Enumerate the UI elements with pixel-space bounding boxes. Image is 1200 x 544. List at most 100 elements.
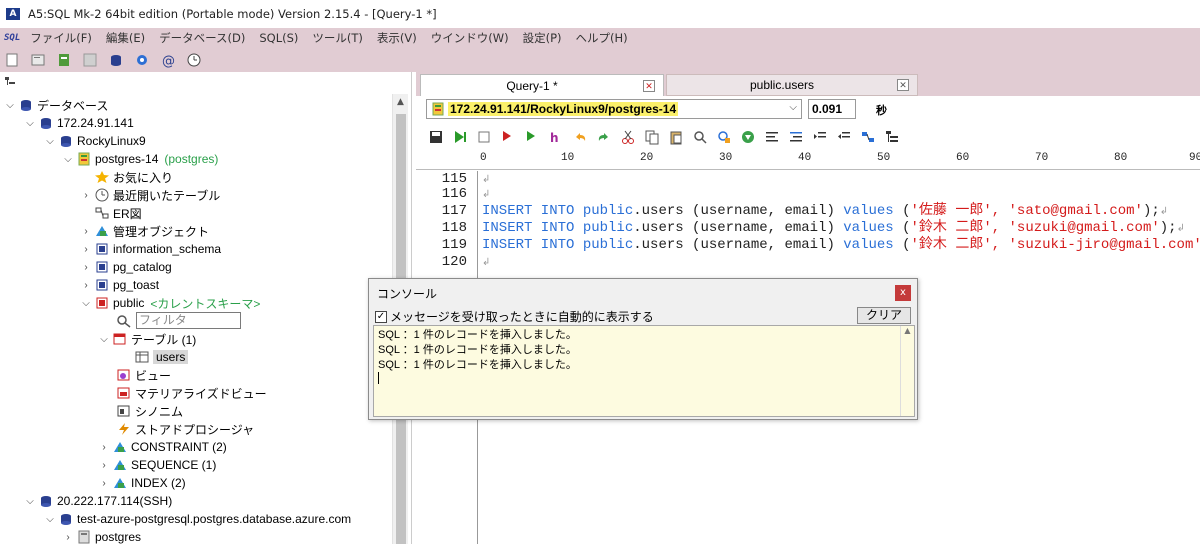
save-icon[interactable] <box>428 129 444 145</box>
indent-icon[interactable] <box>812 129 828 145</box>
tree-item-recent-tables[interactable]: › 最近開いたテーブル <box>80 186 220 204</box>
chevron-right-icon[interactable]: › <box>62 532 74 543</box>
copy-icon[interactable] <box>644 129 660 145</box>
tree-item-indexes[interactable]: › INDEX (2) <box>98 474 185 492</box>
chevron-down-icon[interactable]: ⌵ <box>62 154 74 165</box>
scroll-up-icon[interactable]: ▲ <box>901 326 914 335</box>
tree-item-er-diagram[interactable]: ER図 <box>80 204 142 222</box>
run-to-text-icon[interactable] <box>500 129 516 145</box>
tree-item-favorites[interactable]: お気に入り <box>80 168 173 186</box>
chevron-down-icon[interactable]: ⌵ <box>44 136 56 147</box>
close-icon[interactable]: ✕ <box>897 79 909 91</box>
outdent-icon[interactable] <box>836 129 852 145</box>
close-icon[interactable]: x <box>895 285 911 301</box>
code-line[interactable]: INSERT INTO public.users (username, emai… <box>482 203 1168 220</box>
menu-edit[interactable]: 編集(E) <box>106 30 145 46</box>
tree-item-schema-public[interactable]: ⌵ public <カレントスキーマ> <box>80 294 260 312</box>
tree-item-connection[interactable]: ⌵ RockyLinux9 <box>44 132 146 150</box>
jump-icon[interactable] <box>740 129 756 145</box>
tree-item-views[interactable]: ビュー <box>116 366 171 384</box>
tree-item-azure-postgres[interactable]: › postgres <box>62 528 141 544</box>
menu-help[interactable]: ヘルプ(H) <box>576 30 628 46</box>
gear-icon[interactable] <box>134 52 150 68</box>
redo-icon[interactable] <box>596 129 612 145</box>
replace-icon[interactable] <box>716 129 732 145</box>
tree-item-server-ssh[interactable]: ⌵ 20.222.177.114(SSH) <box>24 492 172 510</box>
tree-item-tables[interactable]: ⌵ テーブル (1) <box>98 330 196 348</box>
menu-window[interactable]: ウインドウ(W) <box>431 30 509 46</box>
tree-structure-icon[interactable] <box>884 129 900 145</box>
chevron-right-icon[interactable]: › <box>80 280 92 291</box>
menu-view[interactable]: 表示(V) <box>377 30 417 46</box>
chevron-right-icon[interactable]: › <box>98 460 110 471</box>
tree-item-schema-information[interactable]: › information_schema <box>80 240 221 258</box>
er-diagram-icon[interactable] <box>82 52 98 68</box>
chevron-right-icon[interactable]: › <box>98 442 110 453</box>
code-line[interactable]: ↲ <box>482 186 490 203</box>
filter-input[interactable]: フィルタ <box>136 312 241 329</box>
chevron-down-icon[interactable]: ⌵ <box>24 118 36 129</box>
tree-item-constraints[interactable]: › CONSTRAINT (2) <box>98 438 226 456</box>
tree-item-materialized-views[interactable]: マテリアライズドビュー <box>116 384 267 402</box>
tree-item-database[interactable]: ⌵ postgres-14 (postgres) <box>62 150 218 168</box>
cut-icon[interactable] <box>620 129 636 145</box>
tree-item-azure-connection[interactable]: ⌵ test-azure-postgresql.postgres.databas… <box>44 510 351 528</box>
tree-item-synonyms[interactable]: シノニム <box>116 402 183 420</box>
close-icon[interactable]: ✕ <box>643 79 655 92</box>
auto-show-option[interactable]: ✓ メッセージを受け取ったときに自動的に表示する <box>375 308 654 325</box>
clock-icon[interactable] <box>186 52 202 68</box>
open-file-icon[interactable] <box>30 52 46 68</box>
connection-select[interactable]: 172.24.91.141/RockyLinux9/postgres-14 ⌵ <box>426 99 802 119</box>
tree-item-databases[interactable]: ⌵ データベース <box>4 96 108 114</box>
align-left-icon[interactable] <box>764 129 780 145</box>
diagram-icon[interactable] <box>860 129 876 145</box>
menu-tools[interactable]: ツール(T) <box>312 30 363 46</box>
console-scrollbar[interactable]: ▲ <box>900 326 914 416</box>
chevron-down-icon[interactable]: ⌵ <box>98 334 110 345</box>
chevron-down-icon[interactable]: ⌵ <box>4 100 16 111</box>
tree-item-table-users[interactable]: users <box>134 348 189 366</box>
new-file-icon[interactable] <box>4 52 20 68</box>
chevron-down-icon[interactable]: ⌵ <box>80 298 92 309</box>
chevron-down-icon[interactable]: ⌵ <box>24 496 36 507</box>
run-to-csv-icon[interactable] <box>524 129 540 145</box>
tree-item-stored-procedures[interactable]: ストアドプロシージャ <box>116 420 254 438</box>
chevron-right-icon[interactable]: › <box>80 262 92 273</box>
chevron-right-icon[interactable]: › <box>80 190 92 201</box>
run-icon[interactable] <box>452 129 468 145</box>
chevron-right-icon[interactable]: › <box>80 226 92 237</box>
chevron-right-icon[interactable]: › <box>98 478 110 489</box>
menu-settings[interactable]: 設定(P) <box>523 30 562 46</box>
at-sign-icon[interactable]: @ <box>160 52 176 69</box>
paste-icon[interactable] <box>668 129 684 145</box>
chevron-down-icon[interactable]: ⌵ <box>44 514 56 525</box>
tree-item-admin-objects[interactable]: › 管理オブジェクト <box>80 222 209 240</box>
tree-item-server[interactable]: ⌵ 172.24.91.141 <box>24 114 134 132</box>
auto-show-checkbox[interactable]: ✓ <box>375 310 387 323</box>
chevron-down-icon[interactable]: ⌵ <box>789 102 797 113</box>
code-line[interactable]: INSERT INTO public.users (username, emai… <box>482 220 1185 237</box>
scroll-up-icon[interactable]: ▲ <box>393 94 408 110</box>
tab-public-users[interactable]: public.users ✕ <box>666 74 918 96</box>
tab-query-1[interactable]: Query-1 * ✕ <box>420 74 664 96</box>
sql-script-icon[interactable] <box>56 52 72 68</box>
tree-view-icon[interactable] <box>4 76 18 88</box>
menu-sql[interactable]: SQL(S) <box>259 31 298 45</box>
sql-keyword: values <box>843 203 894 219</box>
format-sql-icon[interactable] <box>788 129 804 145</box>
console-output[interactable]: SQL ：1 件のレコードを挿入しました。 SQL ：1 件のレコードを挿入しま… <box>373 325 915 417</box>
tree-item-schema-toast[interactable]: › pg_toast <box>80 276 159 294</box>
find-icon[interactable] <box>692 129 708 145</box>
explain-icon[interactable]: h <box>548 129 564 145</box>
undo-icon[interactable] <box>572 129 588 145</box>
code-line[interactable]: ↲ <box>482 254 490 271</box>
chevron-right-icon[interactable]: › <box>80 244 92 255</box>
menu-file[interactable]: ファイル(F) <box>30 30 92 46</box>
clear-button[interactable]: クリア <box>857 307 911 324</box>
tree-item-sequences[interactable]: › SEQUENCE (1) <box>98 456 216 474</box>
stop-icon[interactable] <box>476 129 492 145</box>
tree-item-schema-catalog[interactable]: › pg_catalog <box>80 258 171 276</box>
code-line[interactable]: INSERT INTO public.users (username, emai… <box>482 237 1200 254</box>
menu-database[interactable]: データベース(D) <box>159 30 245 46</box>
database-icon[interactable] <box>108 52 124 68</box>
